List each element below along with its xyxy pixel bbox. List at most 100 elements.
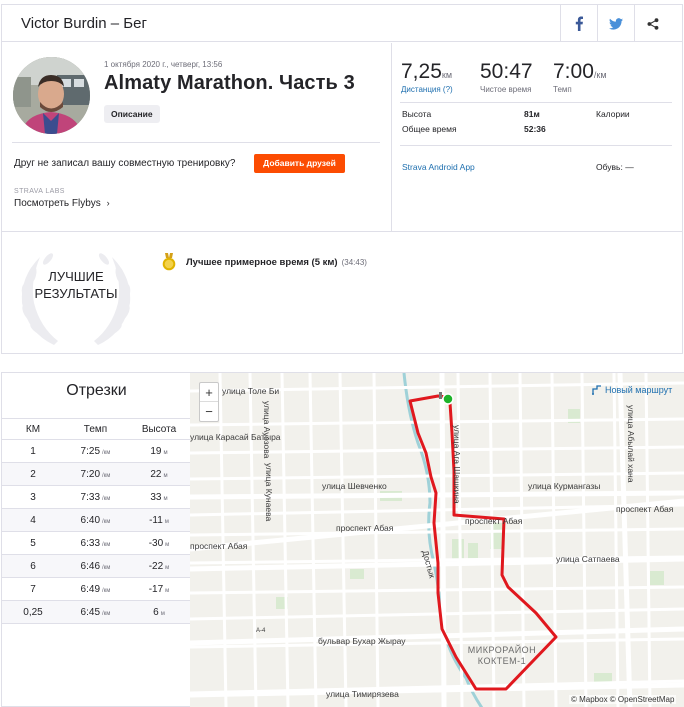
- zoom-in-button[interactable]: +: [200, 383, 218, 402]
- facebook-share-button[interactable]: [560, 5, 597, 42]
- split-elevation: -30 м: [127, 531, 191, 555]
- split-km: 6: [2, 554, 64, 578]
- street-label: улица Абылай хана: [626, 405, 636, 483]
- split-elevation-unit: м: [164, 518, 169, 525]
- street-label: улица Сатпаева: [556, 554, 620, 564]
- split-elevation: -17 м: [127, 577, 191, 601]
- elevation-label: Высота: [402, 109, 432, 119]
- best-results-badge: ЛУЧШИЕ РЕЗУЛЬТАТЫ: [34, 269, 118, 301]
- split-elevation-value: -17: [148, 583, 164, 595]
- shoes-info: Обувь: —: [596, 162, 634, 172]
- split-km: 2: [2, 462, 64, 486]
- friend-prompt: Друг не записал вашу совместную трениров…: [14, 158, 236, 169]
- elapsed-value: 52:36: [524, 124, 546, 134]
- street-label: проспект Абая: [465, 516, 523, 526]
- distance-label[interactable]: Дистанция (?): [401, 85, 453, 94]
- route-map[interactable]: улица Толе Би улица Ауэзова улица Караса…: [190, 372, 684, 707]
- description-button[interactable]: Описание: [104, 105, 160, 123]
- street-label: улица Кунаева: [264, 463, 274, 522]
- split-elevation-unit: м: [163, 449, 168, 456]
- split-elevation-value: -30: [148, 537, 164, 549]
- pace-unit: /км: [593, 70, 607, 80]
- elevation-value: 81м: [524, 109, 540, 119]
- new-route-button[interactable]: Новый маршрут: [592, 385, 672, 395]
- achievement-text: Лучшее примерное время (5 км): [186, 256, 338, 268]
- add-friends-button[interactable]: Добавить друзей: [254, 154, 345, 173]
- split-elevation-unit: м: [163, 495, 168, 502]
- split-elevation-unit: м: [163, 472, 168, 479]
- stat-distance: 7,25км Дистанция (?): [401, 60, 453, 94]
- achievement-time: (34:43): [341, 257, 367, 267]
- split-elevation-unit: м: [165, 587, 170, 594]
- street-label: улица Ауэзова: [262, 401, 272, 459]
- twitter-share-button[interactable]: [597, 5, 634, 42]
- share-button[interactable]: [634, 5, 671, 42]
- split-elevation-unit: м: [165, 564, 170, 571]
- street-label: улица Шевченко: [322, 481, 387, 491]
- divider: [12, 142, 380, 143]
- pace-value: 7:00: [553, 60, 594, 83]
- split-km: 7: [2, 577, 64, 601]
- table-header: КМ Темп Высота: [2, 418, 191, 440]
- new-route-label: Новый маршрут: [605, 385, 673, 395]
- split-pace-unit: /км: [102, 449, 111, 456]
- table-row: 0,25 6:45/км 6 м: [2, 600, 191, 624]
- street-label: улица Курмангазы: [528, 481, 601, 491]
- split-pace-unit: /км: [102, 564, 111, 571]
- table-row: 2 7:20/км 22 м: [2, 462, 191, 486]
- street-label: улица Толе Би: [222, 386, 280, 396]
- street-label: улица Тимирязева: [326, 689, 399, 699]
- column-header-elevation: Высота: [127, 418, 191, 440]
- device-link[interactable]: Strava Android App: [402, 162, 475, 172]
- share-icon: [647, 17, 659, 30]
- split-pace-value: 7:20: [80, 468, 101, 480]
- avatar-photo: [13, 57, 90, 134]
- split-elevation-value: -11: [149, 514, 163, 526]
- table-row: 7 6:49/км -17 м: [2, 577, 191, 601]
- street-label: бульвар Бухар Жырау: [318, 636, 406, 646]
- split-elevation-value: -22: [148, 560, 164, 572]
- split-elevation-value: 6: [153, 606, 159, 618]
- divider: [400, 102, 672, 103]
- split-elevation-value: 33: [150, 491, 162, 503]
- split-elevation-value: 22: [150, 468, 162, 480]
- splits-title: Отрезки: [66, 382, 127, 399]
- split-pace: 6:46/км: [64, 554, 127, 578]
- facebook-icon: [575, 16, 583, 31]
- flybys-link[interactable]: Посмотреть Flybys ›: [14, 198, 110, 209]
- avatar[interactable]: [13, 57, 90, 134]
- split-pace-unit: /км: [102, 518, 111, 525]
- split-elevation: -22 м: [127, 554, 191, 578]
- table-row: 3 7:33/км 33 м: [2, 485, 191, 509]
- street-label: проспект Абая: [336, 523, 394, 533]
- street-label: проспект Абая: [616, 504, 674, 514]
- split-elevation-unit: м: [165, 541, 170, 548]
- street-label: А-4: [256, 628, 266, 634]
- split-pace: 7:25/км: [64, 439, 127, 463]
- street-label: улица Ага Шашкина: [452, 425, 462, 504]
- distance-value: 7,25: [401, 60, 442, 83]
- route-icon: [592, 385, 601, 395]
- activity-title: Almaty Marathon. Часть 3: [104, 72, 355, 94]
- split-pace: 7:20/км: [64, 462, 127, 486]
- activity-date: 1 октября 2020 г., четверг, 13:56: [104, 60, 223, 69]
- split-elevation: 22 м: [127, 462, 191, 486]
- map-attribution[interactable]: © Mapbox © OpenStreetMap: [569, 695, 677, 704]
- table-row: 1 7:25/км 19 м: [2, 439, 191, 463]
- splits-panel: Отрезки КМ Темп Высота 1 7:25/км 19 м 2 7:20/…: [1, 372, 191, 707]
- divider: [2, 231, 682, 232]
- divider: [391, 43, 392, 231]
- elapsed-label: Общее время: [402, 124, 457, 134]
- split-pace-value: 7:25: [80, 445, 101, 457]
- split-elevation: 19 м: [127, 439, 191, 463]
- split-km: 0,25: [2, 600, 64, 624]
- street-label: улица Карасай Батыра: [190, 432, 281, 442]
- chevron-right-icon: ›: [106, 198, 110, 208]
- table-row: 4 6:40/км -11 м: [2, 508, 191, 532]
- split-pace: 6:40/км: [64, 508, 127, 532]
- zoom-out-button[interactable]: −: [200, 402, 218, 421]
- split-pace: 6:45/км: [64, 600, 127, 624]
- split-elevation: 6м: [127, 600, 191, 624]
- column-header-pace: Темп: [64, 418, 127, 440]
- split-pace-unit: /км: [102, 541, 111, 548]
